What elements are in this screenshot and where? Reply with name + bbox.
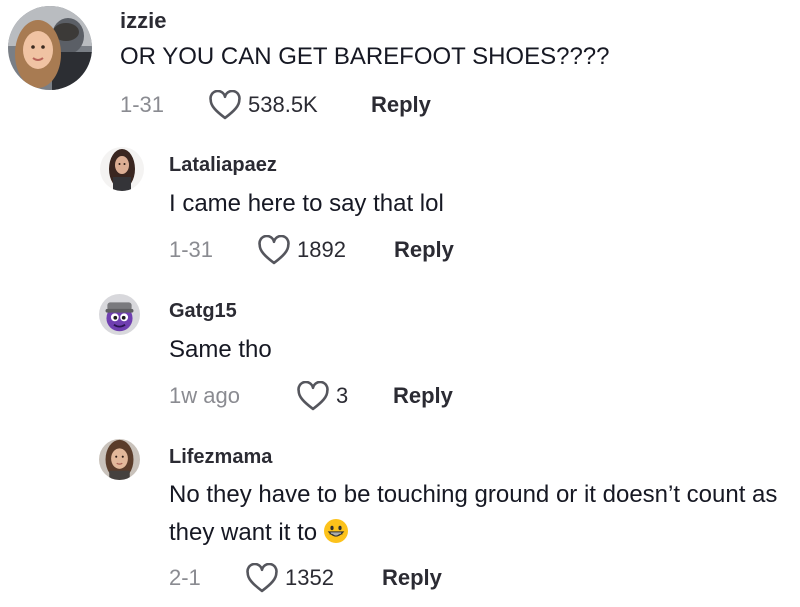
like-count: 3 <box>336 383 349 408</box>
grinning-face-emoji <box>324 519 349 543</box>
like-button[interactable]: 538.5K <box>208 90 371 120</box>
comment-username[interactable]: Gatg15 <box>169 300 237 323</box>
reply-button[interactable]: Reply <box>393 383 453 409</box>
comment-text: I came here to say that lol <box>169 190 444 217</box>
like-count: 1352 <box>285 565 334 590</box>
profile-photo-avatar[interactable] <box>99 439 140 480</box>
like-count: 1892 <box>297 237 346 262</box>
comment-date: 1-31 <box>120 92 165 117</box>
reply-button[interactable]: Reply <box>394 237 454 263</box>
comment-username[interactable]: Lifezmama <box>169 446 272 469</box>
comment-date: 1-31 <box>169 237 214 262</box>
comment-meta: 1w ago 3 Reply <box>169 379 453 413</box>
profile-photo-avatar[interactable] <box>8 6 92 90</box>
like-button[interactable]: 3 <box>296 381 393 411</box>
heart-icon[interactable] <box>257 235 291 265</box>
reply-button[interactable]: Reply <box>382 565 442 591</box>
comment-meta: 2-1 1352 Reply <box>169 561 442 595</box>
like-button[interactable]: 1352 <box>245 563 382 593</box>
purple-monster-avatar[interactable] <box>99 294 140 335</box>
like-count: 538.5K <box>248 92 318 117</box>
comment-thread: izzie OR YOU CAN GET BAREFOOT SHOES???? … <box>0 0 800 607</box>
heart-icon[interactable] <box>245 563 279 593</box>
comment-meta: 1-31 538.5K Reply <box>120 88 431 122</box>
comment-text-content: No they have to be touching ground or it… <box>169 481 778 546</box>
comment-meta: 1-31 1892 Reply <box>169 233 454 267</box>
comment-date: 1w ago <box>169 383 240 408</box>
comment-text: No they have to be touching ground or it… <box>169 476 794 552</box>
comment-username[interactable]: izzie <box>120 8 166 34</box>
comment-text: OR YOU CAN GET BAREFOOT SHOES???? <box>120 43 610 70</box>
heart-icon[interactable] <box>296 381 330 411</box>
heart-icon[interactable] <box>208 90 242 120</box>
comment-date: 2-1 <box>169 565 201 590</box>
profile-photo-avatar[interactable] <box>100 147 144 191</box>
comment-text: Same tho <box>169 336 272 363</box>
like-button[interactable]: 1892 <box>257 235 394 265</box>
reply-button[interactable]: Reply <box>371 92 431 118</box>
comment-username[interactable]: Lataliapaez <box>169 154 277 177</box>
